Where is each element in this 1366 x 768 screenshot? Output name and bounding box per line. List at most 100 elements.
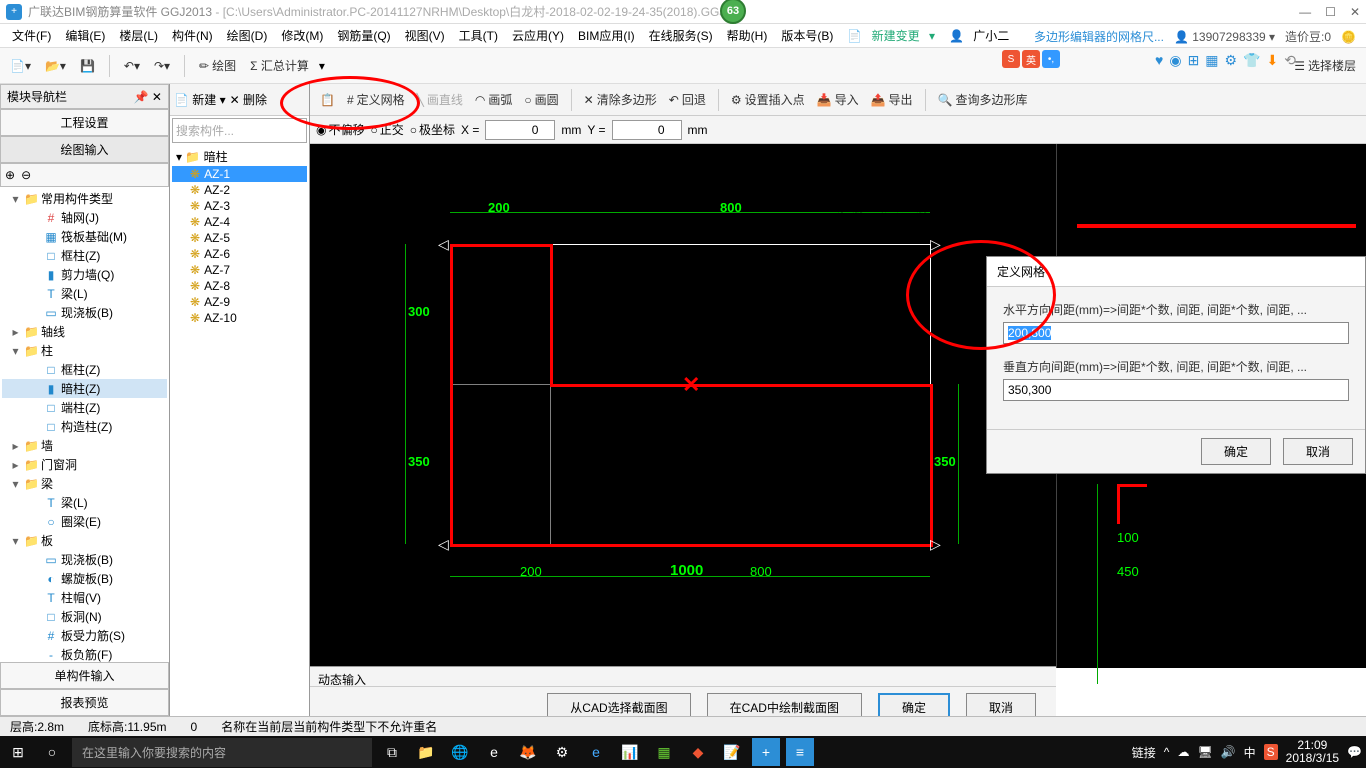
- tree-node[interactable]: #板受力筋(S): [2, 626, 167, 645]
- sum-button[interactable]: Σ 汇总计算: [246, 55, 313, 76]
- import-button[interactable]: 📥 导入: [813, 89, 863, 110]
- user-label[interactable]: 👤 广小二: [943, 25, 1021, 46]
- list-item[interactable]: ❋AZ-9: [172, 294, 307, 310]
- draw-button[interactable]: ✏ 绘图: [195, 55, 240, 76]
- close-icon[interactable]: ✕: [1350, 5, 1360, 19]
- menu-draw[interactable]: 绘图(D): [221, 25, 274, 46]
- menu-modify[interactable]: 修改(M): [275, 25, 329, 46]
- menu-component[interactable]: 构件(N): [166, 25, 219, 46]
- menu-cloud[interactable]: 云应用(Y): [506, 25, 570, 46]
- tree-node[interactable]: T梁(L): [2, 284, 167, 303]
- icon-3[interactable]: ⊞: [1188, 52, 1200, 69]
- tree-node[interactable]: □端柱(Z): [2, 398, 167, 417]
- tree-node[interactable]: ▦筏板基础(M): [2, 227, 167, 246]
- dialog-cancel-button[interactable]: 取消: [1283, 438, 1353, 465]
- app-icon-3[interactable]: ⚙: [548, 738, 576, 766]
- edit-hook-button[interactable]: 编辑弯钩: [1008, 198, 1056, 215]
- dialog-ok-button[interactable]: 确定: [1201, 438, 1271, 465]
- tree-node[interactable]: ▾📁柱: [2, 341, 167, 360]
- search-input[interactable]: 搜索构件...: [172, 118, 307, 143]
- expand-icon[interactable]: ⊕: [5, 168, 15, 182]
- app-icon-1[interactable]: 🌐: [446, 738, 474, 766]
- open-icon[interactable]: 📂▾: [41, 57, 70, 75]
- export-button[interactable]: 📤 导出: [867, 89, 917, 110]
- tree-node[interactable]: □板洞(N): [2, 607, 167, 626]
- tray-sogou-icon[interactable]: S: [1264, 744, 1278, 760]
- icon-5[interactable]: ⚙: [1225, 52, 1238, 69]
- list-item[interactable]: ❋AZ-8: [172, 278, 307, 294]
- explorer-icon[interactable]: 📁: [412, 738, 440, 766]
- draw-line-button[interactable]: ╲ 画直线: [413, 89, 467, 110]
- collapse-icon[interactable]: ⊖: [21, 168, 31, 182]
- menu-tools[interactable]: 工具(T): [453, 25, 504, 46]
- app-icon-7[interactable]: 📝: [718, 738, 746, 766]
- app-icon-6[interactable]: ◆: [684, 738, 712, 766]
- list-item[interactable]: ❋AZ-2: [172, 182, 307, 198]
- set-insert-button[interactable]: ⚙ 设置插入点: [727, 89, 809, 110]
- tray-ime-icon[interactable]: 中: [1244, 744, 1256, 761]
- icon-4[interactable]: ▦: [1205, 52, 1218, 69]
- opt-no-offset[interactable]: ◉ 不偏移: [316, 121, 365, 138]
- modify-stirrup-button[interactable]: 修改箍筋: [944, 198, 992, 215]
- x-input[interactable]: [485, 120, 555, 140]
- tray-net-icon[interactable]: 🖥: [1197, 745, 1212, 759]
- taskbar-clock[interactable]: 21:092018/3/15: [1286, 739, 1339, 765]
- cortana-icon[interactable]: ○: [38, 738, 66, 766]
- tree-node[interactable]: □框柱(Z): [2, 246, 167, 265]
- single-input-tab[interactable]: 单构件输入: [0, 662, 169, 689]
- undo-polygon-button[interactable]: ↶ 回退: [665, 89, 710, 110]
- menu-help[interactable]: 帮助(H): [721, 25, 774, 46]
- copy-icon[interactable]: 📋: [316, 91, 339, 109]
- app-icon-5[interactable]: ▦: [650, 738, 678, 766]
- tree-node[interactable]: ▾📁板: [2, 531, 167, 550]
- tree-node[interactable]: ○圈梁(E): [2, 512, 167, 531]
- tray-up-icon[interactable]: ^: [1164, 745, 1170, 759]
- tree-node[interactable]: -板负筋(F): [2, 645, 167, 662]
- define-grid-button[interactable]: # 定义网格: [343, 89, 409, 110]
- h-spacing-input[interactable]: 200,800: [1003, 322, 1349, 344]
- notification-icon[interactable]: 💬: [1347, 745, 1362, 759]
- tray-vol-icon[interactable]: 🔊: [1221, 745, 1236, 759]
- icon-1[interactable]: ♥: [1155, 52, 1163, 69]
- report-view-tab[interactable]: 报表预览: [0, 689, 169, 716]
- ie-icon[interactable]: e: [582, 738, 610, 766]
- taskview-icon[interactable]: ⧉: [378, 738, 406, 766]
- link-label[interactable]: 链接: [1132, 744, 1156, 761]
- list-item[interactable]: ❋AZ-3: [172, 198, 307, 214]
- component-list[interactable]: ▾ 📁 暗柱❋AZ-1❋AZ-2❋AZ-3❋AZ-4❋AZ-5❋AZ-6❋AZ-…: [170, 145, 309, 716]
- tree-node[interactable]: ▮剪力墙(Q): [2, 265, 167, 284]
- menu-edit[interactable]: 编辑(E): [59, 25, 111, 46]
- menu-rebar[interactable]: 钢筋量(Q): [331, 25, 396, 46]
- draw-stirrup-button[interactable]: 画箍筋: [828, 198, 864, 215]
- menu-file[interactable]: 文件(F): [6, 25, 57, 46]
- app-icon-8[interactable]: +: [752, 738, 780, 766]
- tree-node[interactable]: ▸📁墙: [2, 436, 167, 455]
- tree-node[interactable]: ▭现浇板(B): [2, 550, 167, 569]
- modify-longbar-button[interactable]: 修改纵筋: [880, 198, 928, 215]
- tree-node[interactable]: ▸📁轴线: [2, 322, 167, 341]
- tree-node[interactable]: ▾📁常用构件类型: [2, 189, 167, 208]
- tree-node[interactable]: □构造柱(Z): [2, 417, 167, 436]
- list-item[interactable]: ❋AZ-7: [172, 262, 307, 278]
- opt-polar[interactable]: ○ 极坐标: [410, 121, 455, 138]
- phone-label[interactable]: 👤 13907298339 ▾: [1174, 30, 1275, 44]
- list-item[interactable]: ❋AZ-4: [172, 214, 307, 230]
- menu-bim[interactable]: BIM应用(I): [572, 25, 641, 46]
- undo-icon[interactable]: ↶▾: [120, 57, 144, 75]
- icon-8[interactable]: ⟲: [1284, 52, 1296, 69]
- menu-floor[interactable]: 楼层(L): [113, 25, 164, 46]
- menu-online[interactable]: 在线服务(S): [643, 25, 719, 46]
- new-component-button[interactable]: 📄 新建 ▾: [174, 91, 226, 108]
- draw-arc-button[interactable]: ◠ 画弧: [471, 89, 517, 110]
- v-spacing-input[interactable]: [1003, 379, 1349, 401]
- list-item[interactable]: ❋AZ-10: [172, 310, 307, 326]
- list-item[interactable]: ❋AZ-6: [172, 246, 307, 262]
- new-file-icon[interactable]: 📄▾: [6, 57, 35, 75]
- tray-cloud-icon[interactable]: ☁: [1177, 745, 1189, 759]
- tree-node[interactable]: ▮暗柱(Z): [2, 379, 167, 398]
- start-icon[interactable]: ⊞: [4, 738, 32, 766]
- pin-icon[interactable]: 📌 ✕: [134, 90, 162, 104]
- menu-version[interactable]: 版本号(B): [775, 25, 839, 46]
- y-input[interactable]: [612, 120, 682, 140]
- icon-6[interactable]: 👕: [1243, 52, 1260, 69]
